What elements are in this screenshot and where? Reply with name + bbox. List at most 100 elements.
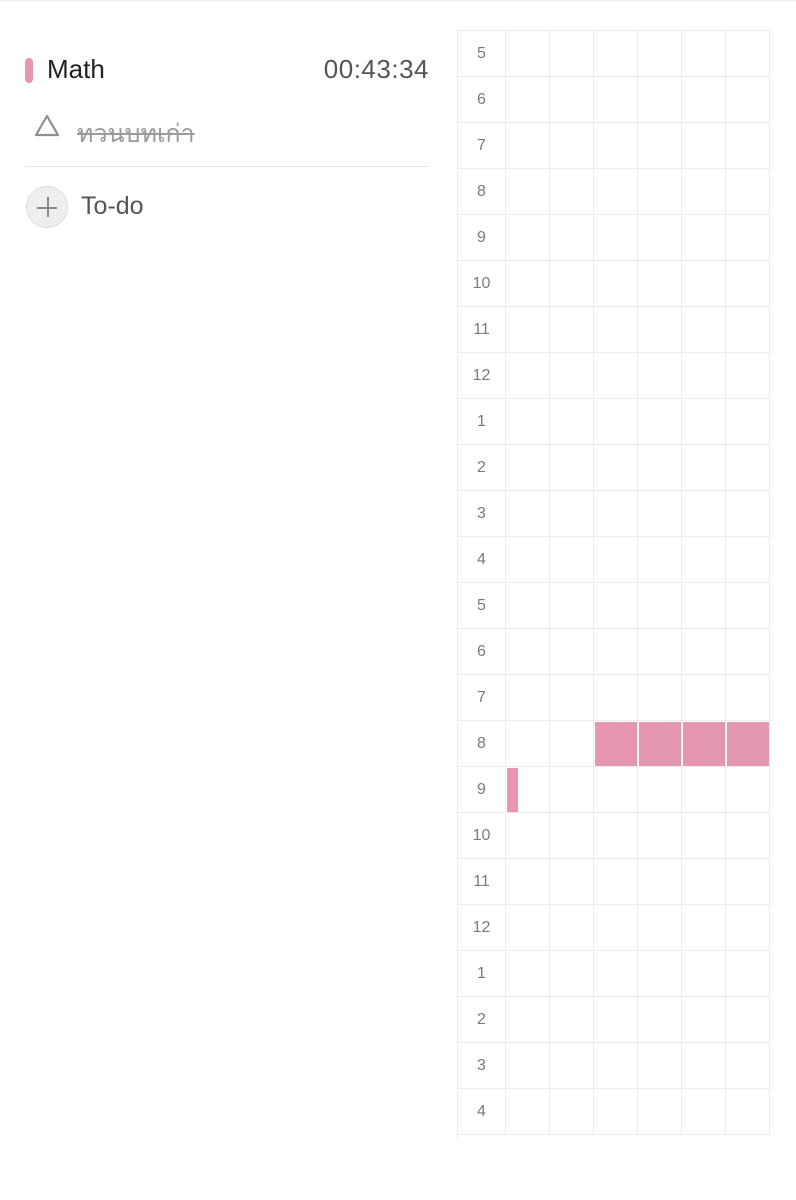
timetable-cell	[682, 767, 726, 812]
timetable-cell	[550, 1043, 594, 1088]
timetable-cell	[550, 537, 594, 582]
timetable-cell	[506, 997, 550, 1042]
subject-timer: 00:43:34	[323, 54, 429, 84]
timetable-cell	[506, 537, 550, 582]
timetable-cell	[550, 307, 594, 352]
timetable-cell	[682, 905, 726, 950]
timetable-cell	[682, 215, 726, 260]
timetable-cell	[550, 261, 594, 306]
timetable-cell	[638, 491, 682, 536]
timetable-cell	[638, 629, 682, 674]
timetable-cell	[550, 123, 594, 168]
top-divider	[0, 0, 796, 1]
timetable-cell	[550, 491, 594, 536]
timetable-cell	[638, 905, 682, 950]
timetable-cell	[594, 951, 638, 996]
timetable-cell	[682, 997, 726, 1042]
timetable-cell	[726, 445, 770, 490]
timetable-cell	[638, 1043, 682, 1088]
timetable-row: 9	[458, 215, 772, 261]
timetable-cell	[594, 1043, 638, 1088]
timetable-cell	[726, 951, 770, 996]
timetable-row: 5	[458, 31, 772, 77]
timetable-row: 4	[458, 1089, 772, 1135]
timetable-row: 7	[458, 123, 772, 169]
timetable-cell	[682, 583, 726, 628]
timetable-cell	[726, 583, 770, 628]
timetable-cell	[594, 123, 638, 168]
timetable-cell	[594, 445, 638, 490]
timetable-cell	[682, 77, 726, 122]
timetable-cell	[726, 215, 770, 260]
timetable-cell	[506, 123, 550, 168]
timetable-cell	[550, 859, 594, 904]
timetable-cell	[506, 905, 550, 950]
timetable-cell	[550, 629, 594, 674]
timetable-cell	[638, 997, 682, 1042]
timetable-cell	[638, 445, 682, 490]
hour-label: 10	[458, 813, 506, 858]
timetable-cell	[638, 77, 682, 122]
timetable-cell	[506, 675, 550, 720]
timetable-cell	[726, 399, 770, 444]
timetable-cell	[682, 307, 726, 352]
hour-label: 3	[458, 491, 506, 536]
timetable-cell	[682, 491, 726, 536]
timetable-cell	[550, 1089, 594, 1134]
timetable-cell	[594, 767, 638, 812]
timetable-cell	[682, 859, 726, 904]
timetable-cell	[638, 261, 682, 306]
timetable-row: 1	[458, 399, 772, 445]
study-time-block	[683, 722, 725, 766]
hour-label: 4	[458, 537, 506, 582]
timetable-cell	[726, 997, 770, 1042]
timetable-row: 8	[458, 169, 772, 215]
timetable-cell	[638, 951, 682, 996]
timetable-cell	[550, 583, 594, 628]
triangle-outline-icon[interactable]	[33, 112, 61, 140]
timetable-cell	[594, 77, 638, 122]
timetable-row: 12	[458, 353, 772, 399]
timetable-cell	[682, 123, 726, 168]
hour-label: 2	[458, 997, 506, 1042]
timetable-cell	[638, 123, 682, 168]
timetable-cell	[550, 813, 594, 858]
timetable-cell	[638, 353, 682, 398]
timetable-row: 11	[458, 859, 772, 905]
timetable-cell	[506, 491, 550, 536]
add-todo-button[interactable]: To-do	[25, 186, 205, 230]
timetable-cell	[506, 813, 550, 858]
timetable-cell	[682, 353, 726, 398]
study-time-block	[507, 768, 519, 812]
timetable-cell	[506, 31, 550, 76]
timetable-cell	[638, 583, 682, 628]
timetable-cell	[550, 951, 594, 996]
timetable-cell	[506, 721, 550, 766]
timetable-cell	[594, 813, 638, 858]
hour-label: 7	[458, 123, 506, 168]
hour-label: 9	[458, 215, 506, 260]
timetable-row: 6	[458, 77, 772, 123]
timetable-cell	[594, 905, 638, 950]
timetable-cell	[682, 169, 726, 214]
timetable-cell	[726, 537, 770, 582]
subject-row[interactable]: Math 00:43:34	[25, 48, 429, 92]
timetable-cell	[550, 721, 594, 766]
timetable-row: 1	[458, 951, 772, 997]
hour-label: 1	[458, 399, 506, 444]
hour-label: 9	[458, 767, 506, 812]
timetable-cell	[594, 583, 638, 628]
timetable-cell	[726, 1089, 770, 1134]
timetable-cell	[726, 629, 770, 674]
timetable-cell	[682, 629, 726, 674]
add-todo-label: To-do	[81, 192, 144, 220]
todo-item[interactable]: ทวนบทเก่า	[25, 106, 429, 150]
timetable-cell	[550, 215, 594, 260]
timetable-cell	[638, 307, 682, 352]
timetable-row: 4	[458, 537, 772, 583]
timetable-cell	[638, 215, 682, 260]
timetable-cell	[594, 1089, 638, 1134]
todo-item-label: ทวนบทเก่า	[77, 120, 195, 148]
timetable-cell	[594, 859, 638, 904]
timetable-cell	[550, 445, 594, 490]
